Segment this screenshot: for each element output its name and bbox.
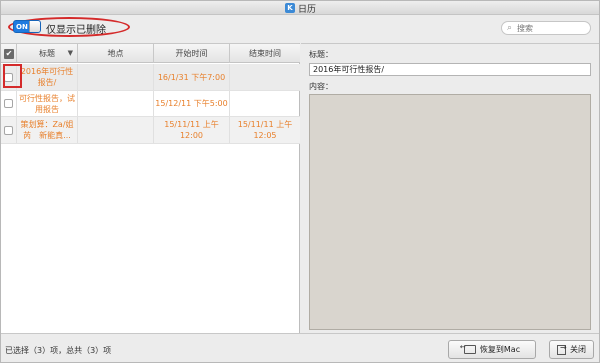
close-button-label: 关闭 xyxy=(570,345,586,354)
toggle-knob xyxy=(29,21,40,32)
row-checkbox-cell[interactable] xyxy=(1,91,17,116)
cell-start: 15/12/11 下午5:00 xyxy=(154,91,230,116)
show-deleted-toggle[interactable]: ON xyxy=(13,20,41,33)
detail-content-area[interactable] xyxy=(309,94,591,330)
cell-place xyxy=(78,91,154,116)
table-row[interactable]: 可行性报告，试用报告 15/12/11 下午5:00 xyxy=(1,91,300,117)
show-deleted-label: 仅显示已删除 xyxy=(46,25,106,36)
column-header-place[interactable]: 地点 xyxy=(78,44,154,63)
exit-icon xyxy=(557,343,567,355)
table-row[interactable]: 2016年可行性报告/ 16/1/31 下午7:00 xyxy=(1,64,300,91)
column-header-title-label: 标题 xyxy=(39,49,55,58)
cell-start: 16/1/31 下午7:00 xyxy=(154,64,230,90)
cell-end xyxy=(230,91,300,116)
column-header-end[interactable]: 结束时间 xyxy=(230,44,300,63)
cell-end: 15/11/11 上午12:05 xyxy=(237,120,293,140)
app-window: K 日历 ON 仅显示已删除 ⌕ ✔ 标题 ▼ 地点 开始时间 结束时间 201… xyxy=(0,0,600,363)
row-checkbox[interactable] xyxy=(4,99,13,108)
window-title: 日历 xyxy=(298,5,317,15)
cell-title: 2016年可行性报告/ xyxy=(17,64,78,90)
row-checkbox-cell[interactable] xyxy=(1,117,17,143)
toggle-state-label: ON xyxy=(16,23,28,31)
selection-summary: 已选择（3）项，总共（3）项 xyxy=(5,346,112,355)
column-header-start[interactable]: 开始时间 xyxy=(154,44,230,63)
search-box[interactable]: ⌕ xyxy=(501,21,591,35)
select-all-checkbox[interactable]: ✔ xyxy=(4,49,14,59)
cell-title: 可行性报告，试用报告 xyxy=(17,91,78,116)
cell-title: 策划算：Za/姐芮 新能真... xyxy=(17,117,78,143)
select-all-column[interactable]: ✔ xyxy=(1,44,17,63)
event-table: ✔ 标题 ▼ 地点 开始时间 结束时间 2016年可行性报告/ 16/1/31 … xyxy=(1,43,300,333)
cell-place xyxy=(78,64,154,90)
status-bar: 已选择（3）项，总共（3）项 恢复到Mac 关闭 xyxy=(1,333,599,362)
restore-button-label: 恢复到Mac xyxy=(479,345,521,354)
sort-down-icon: ▼ xyxy=(67,49,73,57)
search-input[interactable] xyxy=(517,22,587,34)
checkbox-highlight-box xyxy=(3,64,22,88)
restore-to-mac-button[interactable]: 恢复到Mac xyxy=(448,340,536,359)
detail-title-field[interactable]: 2016年可行性报告/ xyxy=(309,63,591,76)
detail-content-label: 内容： xyxy=(309,82,333,91)
close-button[interactable]: 关闭 xyxy=(549,340,594,359)
detail-pane: 标题： 2016年可行性报告/ 内容： xyxy=(301,43,599,333)
app-icon: K xyxy=(285,3,295,13)
cell-start: 15/11/11 上午12:00 xyxy=(154,117,230,143)
table-row[interactable]: 策划算：Za/姐芮 新能真... 15/11/11 上午12:00 15/11/… xyxy=(1,117,300,144)
restore-icon xyxy=(460,343,476,354)
cell-end xyxy=(230,64,300,90)
search-icon: ⌕ xyxy=(507,23,513,33)
table-header: ✔ 标题 ▼ 地点 开始时间 结束时间 xyxy=(1,44,300,63)
cell-place xyxy=(78,117,154,143)
row-checkbox[interactable] xyxy=(4,125,13,135)
title-bar: K 日历 xyxy=(1,1,599,15)
column-header-title[interactable]: 标题 ▼ xyxy=(17,44,78,63)
detail-title-label: 标题： xyxy=(309,50,333,59)
